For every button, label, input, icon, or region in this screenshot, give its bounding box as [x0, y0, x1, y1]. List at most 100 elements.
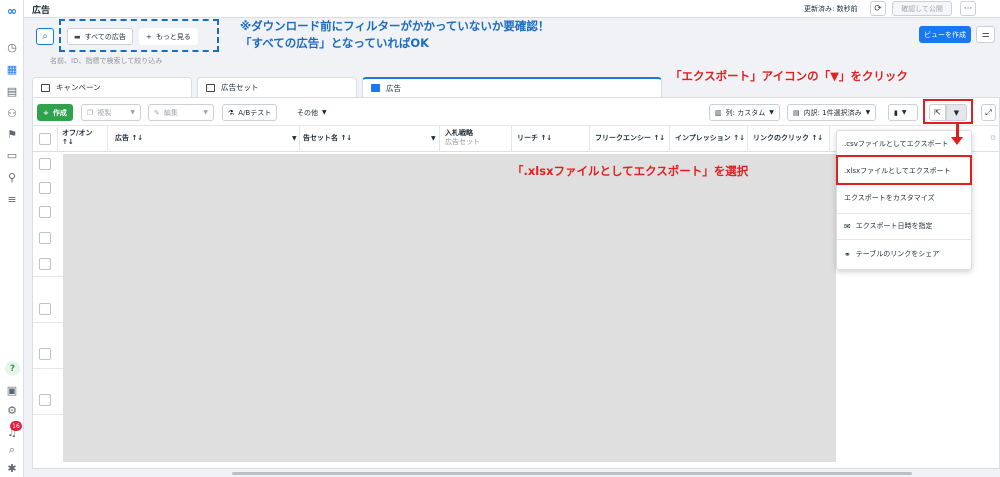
- column-frequency[interactable]: フリークエンシー ↑↓: [595, 134, 665, 143]
- duplicate-icon: ❐: [87, 108, 94, 117]
- row-checkbox[interactable]: [39, 206, 51, 218]
- tab-adsets[interactable]: 広告セット: [197, 77, 357, 97]
- chevron-down-icon[interactable]: ▼: [292, 135, 297, 142]
- chevron-down-icon: ▼: [769, 109, 774, 116]
- tab-ads[interactable]: 広告: [362, 77, 662, 97]
- row-checkbox[interactable]: [39, 232, 51, 244]
- row-checkbox[interactable]: [39, 394, 51, 406]
- filter-note: ※ダウンロード前にフィルターがかかっていないか要確認！ 「すべての広告」となって…: [240, 18, 549, 52]
- create-label: 作成: [52, 108, 67, 117]
- help-icon[interactable]: ?: [5, 361, 20, 376]
- report-icon[interactable]: ▣: [4, 383, 20, 397]
- ab-test-button[interactable]: ⚗ A/Bテスト: [222, 104, 278, 121]
- row-checkbox[interactable]: [39, 182, 51, 194]
- menu-icon[interactable]: ≡: [4, 192, 20, 206]
- column-onoff[interactable]: オフ/オン ↑↓: [62, 129, 93, 147]
- edit-button[interactable]: ✎ 編集 ▼: [148, 104, 214, 121]
- row-checkbox[interactable]: [39, 303, 51, 315]
- menu-item-label: .csvファイルとしてエクスポート: [844, 140, 949, 148]
- tab-label: 広告セット: [221, 83, 259, 92]
- create-view-button[interactable]: ビューを作成: [919, 26, 971, 43]
- chevron-down-icon[interactable]: ▼: [431, 135, 436, 142]
- search-icon[interactable]: ⌕: [36, 28, 54, 45]
- more-options-button[interactable]: ···: [960, 1, 976, 16]
- filter-note-line2: 「すべての広告」となっていればOK: [240, 36, 430, 50]
- flask-icon: ⚗: [228, 108, 235, 117]
- column-impressions[interactable]: インプレッション ↑↓: [675, 134, 745, 143]
- red-arrow: [956, 124, 959, 138]
- column-sublabel: 広告セット: [445, 138, 480, 146]
- duplicate-label: 複製: [97, 108, 112, 117]
- select-all-checkbox[interactable]: [39, 133, 51, 145]
- menu-item-share-link[interactable]: ⚭ テーブルのリンクをシェア: [837, 243, 973, 265]
- menu-item-customize-export[interactable]: エクスポートをカスタマイズ: [837, 187, 973, 209]
- sort-icon: ↑↓: [131, 134, 144, 142]
- menu-item-label: エクスポート日時を指定: [855, 222, 933, 230]
- ads-manager-icon[interactable]: ▦: [4, 62, 20, 76]
- more-actions-button[interactable]: その他 ▼: [291, 104, 333, 121]
- megaphone-icon[interactable]: ⚑: [4, 127, 20, 141]
- sort-icon: ↑↓: [811, 134, 824, 142]
- sort-icon: ↑↓: [340, 134, 353, 142]
- pages-icon[interactable]: ▤: [4, 84, 20, 98]
- review-publish-button[interactable]: 確認して公開: [892, 1, 952, 16]
- column-link-clicks[interactable]: リンクのクリック ↑↓: [753, 134, 823, 143]
- xlsx-highlight-box: [836, 155, 972, 185]
- column-label: 広告: [115, 134, 129, 142]
- meta-logo-icon[interactable]: ∞: [4, 4, 20, 18]
- column-ad-name[interactable]: 広告 ↑↓: [115, 134, 143, 143]
- row-checkbox[interactable]: [39, 158, 51, 170]
- bug-icon[interactable]: ✱: [4, 461, 20, 475]
- page-title: 広告: [32, 6, 51, 16]
- pencil-icon: ✎: [154, 108, 160, 117]
- column-label: インプレッション: [675, 134, 731, 142]
- chevron-down-icon: ▼: [322, 109, 327, 116]
- sort-icon: ↑↓: [653, 134, 666, 142]
- business-icon[interactable]: ⚲: [4, 170, 20, 184]
- dashboard-icon[interactable]: ◷: [4, 40, 20, 54]
- mail-icon: ✉: [844, 221, 851, 231]
- row-checkbox[interactable]: [39, 258, 51, 270]
- column-label: フリークエンシー: [595, 134, 651, 142]
- row-checkbox[interactable]: [39, 348, 51, 360]
- chart-icon[interactable]: ⤢: [981, 104, 996, 121]
- column-bid-strategy[interactable]: 入札戦略 広告セット: [445, 129, 480, 147]
- sliders-icon[interactable]: ⚌: [976, 26, 995, 43]
- red-arrow-head: [951, 137, 963, 145]
- export-highlight-box: [923, 99, 973, 124]
- column-label: リンクのクリック: [753, 134, 809, 142]
- audiences-icon[interactable]: ⚇: [4, 106, 20, 120]
- column-label: 告セット名: [303, 134, 338, 142]
- column-reach[interactable]: リーチ ↑↓: [517, 134, 552, 143]
- breakdown-button[interactable]: ▤ 内訳: 1件選択済み ▼: [787, 104, 877, 121]
- more-actions-label: その他: [297, 108, 318, 117]
- tab-label: キャンペーン: [56, 83, 101, 92]
- column-adset-name[interactable]: 告セット名 ↑↓: [303, 134, 352, 143]
- column-label: リーチ: [517, 134, 538, 142]
- tab-label: 広告: [386, 83, 401, 93]
- updated-status: 更新済み: 数秒前: [804, 5, 858, 13]
- columns-label: 列: カスタム: [725, 108, 766, 117]
- refresh-icon[interactable]: ⟳: [870, 1, 886, 16]
- table-settings-icon[interactable]: ⚙: [990, 134, 996, 142]
- filter-highlight-box: [59, 19, 219, 52]
- breakdown-label: 内訳: 1件選択済み: [803, 108, 862, 117]
- settings-gear-icon[interactable]: ⚙: [4, 403, 20, 417]
- reports-button[interactable]: ▮ ▼: [888, 104, 918, 121]
- chevron-down-icon: ▼: [203, 109, 208, 116]
- search-input[interactable]: 名前、ID、指標で検索して絞り込み: [50, 56, 162, 66]
- column-label: オフ/オン: [62, 129, 93, 137]
- campaign-icon: [41, 83, 50, 92]
- menu-item-schedule-export[interactable]: ✉ エクスポート日時を指定: [837, 215, 973, 237]
- columns-button[interactable]: ▥ 列: カスタム ▼: [709, 104, 780, 121]
- search-icon[interactable]: ⌕: [4, 443, 20, 457]
- sort-icon: ↑↓: [62, 138, 74, 146]
- horizontal-scrollbar[interactable]: [232, 472, 912, 475]
- plus-icon: +: [43, 108, 49, 117]
- duplicate-button[interactable]: ❐ 複製 ▼: [81, 104, 141, 121]
- sort-icon: ↑↓: [733, 134, 745, 142]
- top-bar: 広告 更新済み: 数秒前 ⟳ 確認して公開 ···: [24, 0, 1000, 18]
- billing-card-icon[interactable]: ▭: [4, 148, 20, 162]
- tab-campaigns[interactable]: キャンペーン: [32, 77, 192, 97]
- create-button[interactable]: + 作成: [37, 104, 73, 121]
